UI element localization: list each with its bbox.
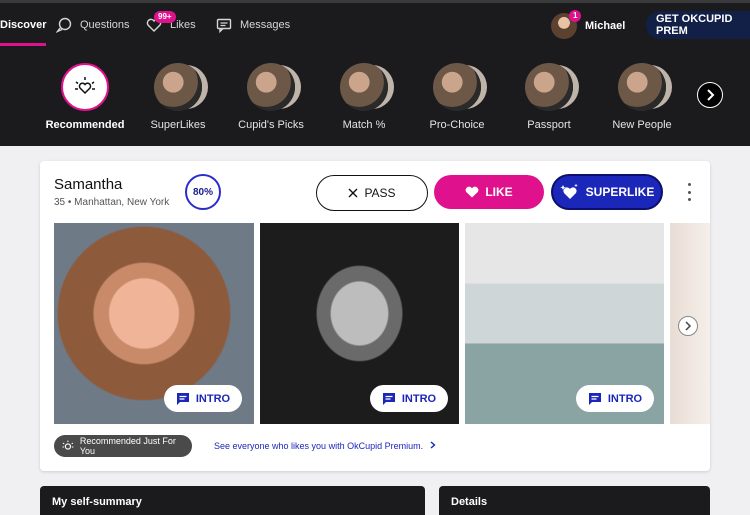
sparkle-heart-icon	[75, 77, 95, 95]
filter-label: Recommended	[45, 119, 125, 131]
self-summary-panel: My self-summary	[40, 486, 425, 515]
get-premium-button[interactable]: GET OKCUPID PREM	[646, 11, 750, 39]
profile-age-location: 35 • Manhattan, New York	[54, 197, 170, 208]
filter-label: Cupid's Picks	[238, 119, 304, 131]
nav-messages[interactable]: Messages	[216, 3, 290, 46]
filter-label: Pro-Choice	[429, 119, 485, 131]
intro-button[interactable]: INTRO	[370, 385, 448, 412]
chat-icon	[382, 392, 395, 405]
user-name: Michael	[585, 20, 626, 32]
filter-thumbnail	[433, 63, 481, 111]
recommended-label: Recommended Just For You	[79, 436, 176, 456]
filter-passport[interactable]: Passport	[503, 63, 595, 131]
filter-match-percent[interactable]: Match %	[318, 63, 410, 131]
panel-title: My self-summary	[52, 496, 142, 508]
photos-next-button[interactable]	[678, 316, 698, 336]
recommended-ring	[61, 63, 109, 111]
recommended-pill[interactable]: Recommended Just For You	[54, 435, 192, 457]
filter-cupids-picks[interactable]: Cupid's Picks	[225, 63, 317, 131]
nav-questions-label: Questions	[80, 18, 130, 31]
superlike-label: SUPERLIKE	[585, 185, 655, 199]
filter-thumbnail	[340, 63, 388, 111]
profile-card: Samantha 35 • Manhattan, New York 80% PA…	[40, 161, 710, 471]
filter-label: Match %	[342, 119, 386, 131]
pass-button[interactable]: PASS	[316, 175, 428, 211]
filter-thumbnail	[247, 63, 295, 111]
intro-button[interactable]: INTRO	[576, 385, 654, 412]
heart-icon	[465, 186, 479, 198]
premium-link[interactable]: See everyone who likes you with OkCupid …	[214, 441, 436, 451]
filter-label: Passport	[527, 119, 571, 131]
premium-link-text: See everyone who likes you with OkCupid …	[214, 441, 424, 451]
superlike-button[interactable]: SUPERLIKE	[551, 174, 663, 210]
chevron-right-icon	[707, 89, 715, 101]
chat-icon	[176, 392, 189, 405]
chevron-right-icon	[430, 441, 436, 449]
profile-photo[interactable]: INTRO	[465, 223, 664, 424]
chevron-right-icon	[685, 321, 692, 331]
sparkle-icon	[62, 440, 74, 450]
filters-next-button[interactable]	[697, 82, 723, 108]
filter-thumbnail	[154, 63, 202, 111]
filter-thumbnail	[525, 63, 573, 111]
filter-label: SuperLikes	[150, 119, 206, 131]
filter-new-people[interactable]: New People	[596, 63, 688, 131]
avatar: 1	[551, 10, 582, 39]
user-menu[interactable]: 1 Michael	[551, 10, 626, 39]
more-options-icon[interactable]	[686, 183, 692, 201]
details-panel: Details	[439, 486, 710, 515]
filter-pro-choice[interactable]: Pro-Choice	[411, 63, 503, 131]
close-icon	[348, 188, 358, 198]
filter-label: New People	[612, 119, 672, 131]
like-button[interactable]: LIKE	[434, 175, 544, 209]
nav-likes[interactable]: Likes 99+	[146, 3, 196, 46]
filter-recommended[interactable]: Recommended	[39, 63, 131, 131]
likes-badge: 99+	[154, 11, 176, 23]
nav-questions[interactable]: Questions	[56, 3, 130, 46]
like-label: LIKE	[485, 185, 513, 199]
filter-thumbnail	[618, 63, 666, 111]
superlike-icon	[559, 183, 578, 199]
pass-label: PASS	[364, 186, 396, 200]
match-percent-badge[interactable]: 80%	[185, 174, 221, 210]
profile-name: Samantha	[54, 176, 123, 193]
chat-icon	[588, 392, 601, 405]
intro-label: INTRO	[195, 392, 231, 405]
panel-title: Details	[451, 496, 488, 508]
intro-label: INTRO	[607, 392, 643, 405]
profile-photo[interactable]: INTRO	[260, 223, 459, 424]
chat-icon	[216, 18, 232, 33]
intro-button[interactable]: INTRO	[164, 385, 242, 412]
filter-superlikes[interactable]: SuperLikes	[132, 63, 224, 131]
question-bubble-icon	[56, 17, 72, 33]
intro-label: INTRO	[401, 392, 437, 405]
profile-photo[interactable]: INTRO	[54, 223, 254, 424]
nav-discover-label: Discover	[0, 18, 47, 31]
top-nav: Discover Questions Likes 99+ Messages 1 …	[0, 0, 750, 46]
nav-messages-label: Messages	[240, 18, 291, 31]
user-badge: 1	[569, 10, 582, 22]
nav-discover[interactable]: Discover	[0, 3, 46, 46]
discover-filters: Recommended SuperLikes Cupid's Picks Mat…	[0, 46, 750, 146]
